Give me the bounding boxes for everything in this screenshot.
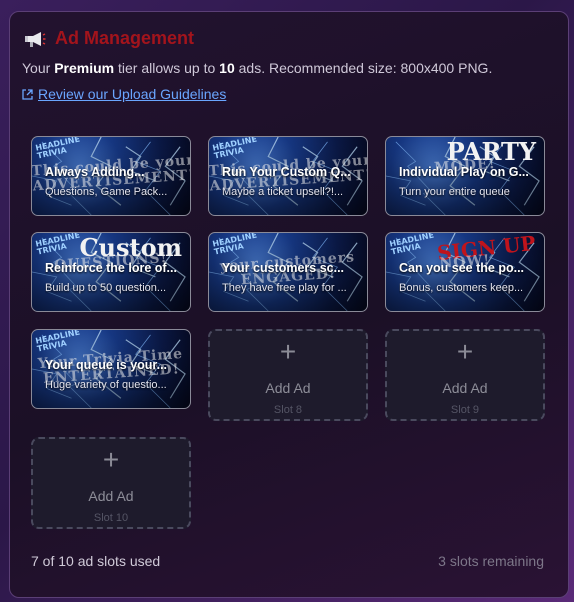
ad-description: They have free play for ... (222, 282, 347, 294)
ad-description: Maybe a ticket upsell?!... (222, 186, 344, 198)
add-ad-slot-9[interactable]: + Add Ad Slot 9 (385, 329, 545, 421)
plus-icon: + (456, 336, 474, 367)
ad-title: Can you see the po... (399, 261, 525, 275)
ad-card[interactable]: HEADLINE TRIVIA This could be your ADVERT… (208, 136, 368, 216)
plus-icon: + (102, 444, 120, 475)
add-ad-label: Add Ad (442, 380, 488, 396)
ad-card[interactable]: HEADLINE TRIVIA SIGN UP NOW! Can you see th… (385, 232, 545, 312)
external-link-icon (22, 88, 33, 100)
ad-card[interactable]: PARTY MODE! Individual Play on G... Turn yo… (385, 136, 545, 216)
ad-title: Your queue is your... (45, 358, 168, 372)
max-ads: 10 (219, 60, 235, 76)
ad-description: Build up to 50 question... (45, 282, 167, 294)
add-ad-label: Add Ad (88, 488, 134, 504)
megaphone-icon (25, 31, 46, 47)
slot-number: Slot 9 (450, 404, 480, 416)
slots-remaining-text: 3 slots remaining (438, 553, 544, 569)
ad-description: Bonus, customers keep... (399, 282, 524, 294)
ad-title: Individual Play on G... (399, 165, 529, 179)
ad-title: Reinforce the lore of... (45, 261, 177, 275)
ad-title: Run Your Custom Q... (222, 165, 351, 179)
tier-description: Your Premium tier allows up to 10 ads. R… (22, 60, 492, 76)
ad-description: Turn your entire queue (399, 186, 510, 198)
slots-used-text: 7 of 10 ad slots used (31, 553, 161, 569)
panel-header: Ad Management (24, 28, 194, 49)
slot-number: Slot 10 (93, 512, 129, 524)
tier-middle: tier allows up to (114, 60, 220, 76)
add-ad-label: Add Ad (265, 380, 311, 396)
plus-icon: + (279, 336, 297, 367)
guidelines-link-label[interactable]: Review our Upload Guidelines (38, 86, 226, 102)
ad-card[interactable]: HEADLINE TRIVIA your customers ENGAGED! Yo… (208, 232, 368, 312)
ad-card[interactable]: HEADLINE TRIVIA Your Trivia Time ENTERTAI… (31, 329, 191, 409)
ad-description: Questions, Game Pack... (45, 186, 168, 198)
ad-description: Huge variety of questio... (45, 379, 167, 391)
ad-title: Your customers sc... (222, 261, 345, 275)
tier-name: Premium (54, 60, 115, 76)
slot-number: Slot 8 (273, 404, 303, 416)
add-ad-slot-10[interactable]: + Add Ad Slot 10 (31, 437, 191, 529)
ad-card[interactable]: HEADLINE TRIVIA This could be your ADVERT… (31, 136, 191, 216)
add-ad-slot-8[interactable]: + Add Ad Slot 8 (208, 329, 368, 421)
ad-card[interactable]: HEADLINE TRIVIA Custom QUESTIONS! Reinforce… (31, 232, 191, 312)
tier-suffix: ads. Recommended size: 800x400 PNG. (234, 60, 493, 76)
tier-prefix: Your (22, 60, 55, 76)
ad-title: Always Adding... (45, 165, 145, 179)
upload-guidelines-link[interactable]: Review our Upload Guidelines (22, 86, 226, 102)
page-title: Ad Management (55, 28, 195, 48)
